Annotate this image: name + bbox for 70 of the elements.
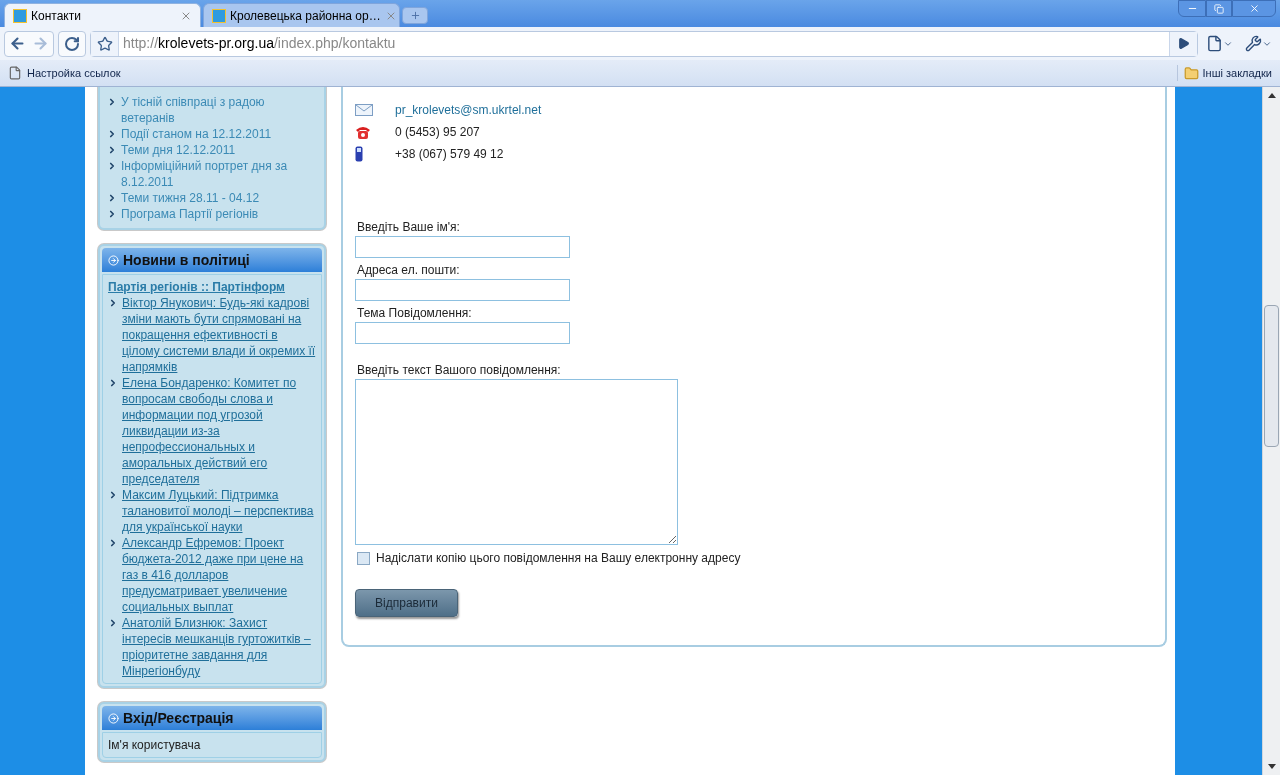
chevron-icon (108, 538, 118, 548)
envelope-icon (355, 104, 373, 116)
tab-title: Контакти (31, 7, 82, 25)
sidebar-link[interactable]: У тісній співпраці з радою ветеранів (121, 94, 317, 126)
scrollbar[interactable] (1262, 87, 1280, 775)
checkbox-label: Надіслати копію цього повідомлення на Вашу електронну адресу (376, 550, 741, 567)
browser-tab[interactable]: Контакти (4, 3, 201, 27)
sidebar-link[interactable]: Теми дня 12.12.2011 (121, 142, 236, 158)
chevron-icon (107, 97, 117, 107)
wrench-icon (1245, 35, 1262, 52)
field-label: Введіть текст Вашого повідомлення: (356, 362, 562, 378)
email-link[interactable]: pr_krolevets@sm.ukrtel.net (395, 101, 542, 119)
address-bar[interactable]: http://krolevets-pr.org.ua/index.php/kontaktu (90, 30, 1198, 57)
phone-number: 0 (5453) 95 207 (395, 124, 480, 141)
go-icon[interactable] (1177, 37, 1190, 50)
up-arrow-icon[interactable] (1267, 93, 1276, 98)
back-forward-button[interactable] (4, 30, 54, 57)
url-text: http://krolevets-pr.org.ua/index.php/kontaktu (122, 34, 397, 53)
folder-icon (1183, 65, 1199, 81)
bookmark-star-icon[interactable] (96, 35, 113, 52)
reload-icon (64, 35, 80, 52)
plus-icon (409, 10, 421, 21)
message-field[interactable] (355, 379, 678, 545)
news-link[interactable]: Анатолій Близнюк: Захист інтересів мешканців гуртожитків – пріоритетне завдання для Мінрегіонбуду (122, 615, 316, 679)
browser-tab[interactable]: Кролевецька районна ор… (203, 3, 400, 27)
username-label: Ім'я користувача (108, 737, 202, 753)
news-link[interactable]: Александр Ефремов: Проект бюджета-2012 даже при цене на газ в 416 долларов предусматривает увеличение социальных выплат (122, 535, 316, 615)
input-field[interactable] (355, 279, 570, 301)
sidebar-link[interactable]: Події станом на 12.12.2011 (121, 126, 272, 142)
close-window-button[interactable] (1232, 0, 1276, 17)
news-link[interactable]: Елена Бондаренко: Комитет по вопросам свободы слова и информации под угрозой ликвидации из-за непрофессиональных и аморальных действий его председателя (122, 375, 316, 487)
field-label: Тема Повідомлення: (356, 305, 473, 321)
chevron-icon (108, 618, 118, 628)
reload-button[interactable] (58, 30, 86, 57)
chevron-icon (108, 298, 118, 308)
telephone-icon (355, 124, 371, 140)
news-link[interactable]: Віктор Янукович: Будь-які кадрові зміни мають бути спрямовані на покращення ефективності в цілому системи влади й окремих її напрямків (122, 295, 316, 375)
restore-icon (1214, 3, 1224, 14)
tab-title: Кролевецька районна ор… (230, 7, 381, 25)
input-field[interactable] (355, 236, 570, 258)
checkbox[interactable] (357, 551, 370, 565)
submit-button[interactable]: Відправити (355, 589, 458, 617)
site-favicon (13, 8, 27, 23)
chevron-icon (108, 378, 118, 388)
other-bookmarks-button[interactable]: Інші закладки (1176, 64, 1272, 82)
field-label: Адреса ел. пошти: (356, 262, 461, 278)
minimize-button[interactable] (1178, 0, 1206, 17)
page-icon (1206, 35, 1223, 52)
news-link[interactable]: Максим Луцький: Підтримка талановитої молоді – перспектива для української науки (122, 487, 316, 535)
chevron-icon (108, 490, 118, 500)
sidebar-link[interactable]: Інформіційний портрет дня за 8.12.2011 (121, 158, 317, 190)
bookmark-item[interactable]: Настройка ссылок (8, 64, 121, 82)
restore-button[interactable] (1206, 0, 1232, 17)
scrollbar-thumb[interactable] (1264, 305, 1279, 447)
input-field[interactable] (355, 322, 570, 344)
sidebar-link[interactable]: Програма Партії регіонів (121, 206, 259, 222)
site-favicon (212, 8, 226, 23)
back-icon[interactable] (9, 35, 26, 52)
sidebar-link[interactable]: Теми тижня 28.11 - 04.12 (121, 190, 260, 206)
page-icon (8, 66, 22, 80)
forward-icon[interactable] (32, 35, 49, 52)
phone-number: +38 (067) 579 49 12 (395, 146, 504, 163)
mobile-phone-icon (355, 146, 363, 162)
feed-title-link[interactable]: Партія регіонів :: Партінформ (108, 279, 316, 295)
close-icon (1248, 3, 1260, 14)
down-arrow-icon[interactable] (1267, 764, 1276, 769)
module-title: Вхід/Реєстрація (123, 708, 234, 728)
field-label: Введіть Ваше ім'я: (356, 219, 461, 235)
new-tab-button[interactable] (402, 7, 428, 24)
module-title: Новини в політиці (123, 250, 250, 270)
